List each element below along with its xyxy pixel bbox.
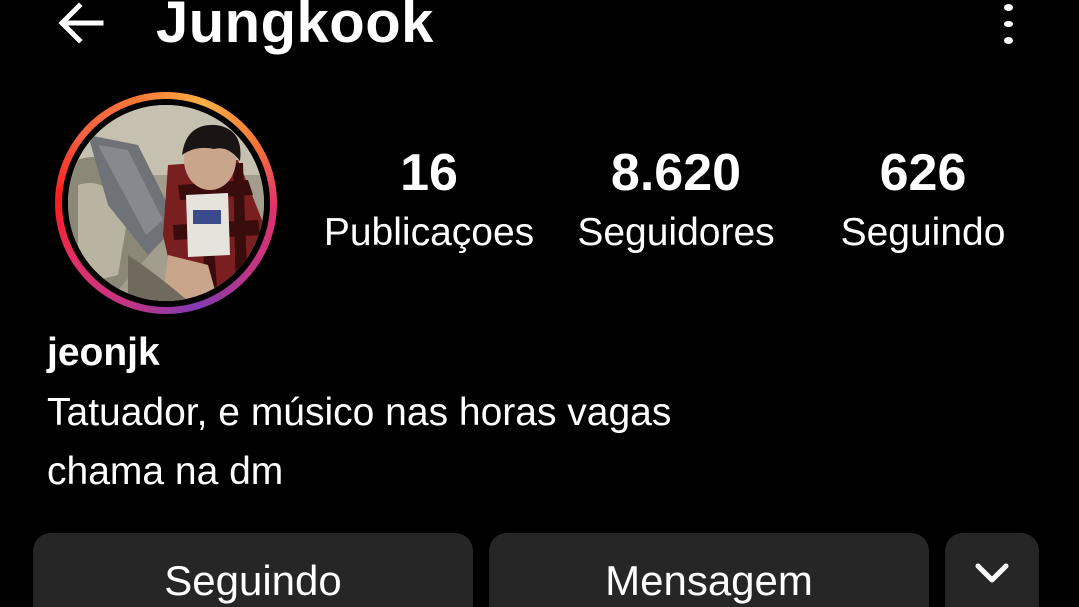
bio-line: Tatuador, e músico nas horas vagas	[47, 391, 672, 434]
page-title: Jungkook	[156, 0, 434, 55]
chevron-down-icon	[975, 563, 1009, 583]
suggested-accounts-button[interactable]	[945, 533, 1039, 607]
following-count: 626	[879, 144, 967, 202]
posts-count: 16	[400, 144, 458, 202]
bio-line: chama na dm	[47, 450, 284, 493]
following-button[interactable]: Seguindo	[33, 533, 473, 607]
message-button[interactable]: Mensagem	[489, 533, 929, 607]
followers-label: Seguidores	[577, 211, 775, 254]
stat-followers[interactable]: 8.620 Seguidores	[560, 140, 792, 258]
more-vertical-icon-dot	[1003, 20, 1013, 28]
story-ring[interactable]	[55, 92, 277, 314]
avatar-gap	[62, 99, 270, 307]
following-label: Seguindo	[840, 211, 1006, 254]
more-vertical-icon	[1003, 4, 1013, 11]
stat-posts[interactable]: 16 Publicaçoes	[304, 140, 554, 258]
message-button-label: Mensagem	[605, 557, 813, 604]
posts-label: Publicaçoes	[323, 211, 535, 254]
profile-screen: Jungkook 16 Publicaçoes 8.620 Seguidores…	[0, 0, 1079, 607]
avatar	[68, 105, 264, 301]
following-button-label: Seguindo	[164, 557, 342, 604]
followers-count: 8.620	[610, 144, 742, 202]
back-button[interactable]	[52, 0, 108, 46]
more-options-button[interactable]	[990, 0, 1026, 45]
avatar-photo	[68, 105, 264, 301]
username: jeonjk	[47, 331, 160, 374]
stat-following[interactable]: 626 Seguindo	[826, 140, 1020, 258]
more-vertical-icon-dot	[1003, 37, 1013, 45]
arrow-left-icon	[58, 2, 104, 44]
